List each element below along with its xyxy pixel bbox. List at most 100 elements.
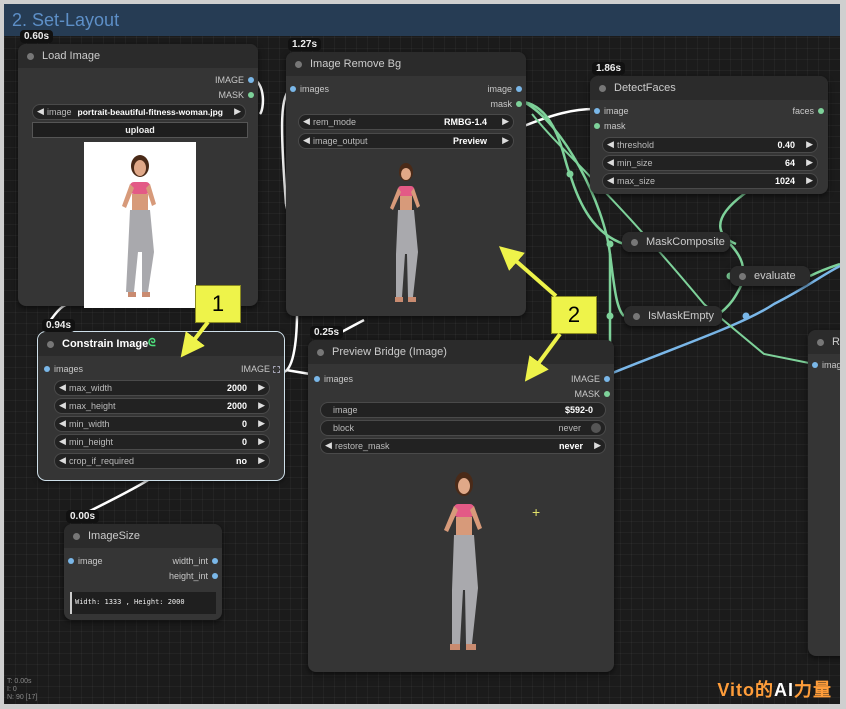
timing-badge: 1.27s xyxy=(288,38,322,51)
chevron-right-icon[interactable]: ▶ xyxy=(806,175,813,186)
input-images[interactable]: images xyxy=(44,364,83,374)
timing-badge: 0.00s xyxy=(66,510,100,523)
threshold-stepper[interactable]: ◀ threshold 0.40 ▶ xyxy=(602,137,818,153)
input-images[interactable]: images xyxy=(290,84,329,94)
node-title-bar[interactable]: Image Remove Bg xyxy=(286,52,526,76)
collapse-dot-icon[interactable] xyxy=(739,273,746,280)
chevron-left-icon[interactable]: ◀ xyxy=(59,436,66,447)
output-height-int[interactable]: height_int xyxy=(169,571,218,581)
block-toggle[interactable]: block never xyxy=(320,420,606,436)
min-size-stepper[interactable]: ◀ min_size 64 ▶ xyxy=(602,155,818,171)
output-image[interactable]: IMAGE xyxy=(241,364,280,374)
min-width-stepper[interactable]: ◀ min_width 0 ▶ xyxy=(54,416,270,432)
min-height-stepper[interactable]: ◀ min_height 0 ▶ xyxy=(54,434,270,450)
input-mask[interactable]: mask xyxy=(594,121,626,131)
chevron-right-icon[interactable]: ▶ xyxy=(258,436,265,447)
output-width-int[interactable]: width_int xyxy=(172,556,218,566)
output-image[interactable]: IMAGE xyxy=(215,75,254,85)
chevron-left-icon[interactable]: ◀ xyxy=(303,135,310,146)
node-constrain-image[interactable]: Constrain Image ᘓ images IMAGE ◀ max_widt… xyxy=(37,331,285,481)
collapse-dot-icon[interactable] xyxy=(317,349,324,356)
output-image[interactable]: image xyxy=(487,84,522,94)
node-image-remove-bg[interactable]: Image Remove Bg images image mask ◀ rem_… xyxy=(286,52,526,316)
collapse-dot-icon[interactable] xyxy=(27,53,34,60)
collapse-dot-icon[interactable] xyxy=(73,533,80,540)
collapse-dot-icon[interactable] xyxy=(633,313,640,320)
chevron-right-icon[interactable]: ▶ xyxy=(594,440,601,451)
chevron-left-icon[interactable]: ◀ xyxy=(607,157,614,168)
chevron-left-icon[interactable]: ◀ xyxy=(607,175,614,186)
node-image-size[interactable]: ImageSize image width_int height_int Wid… xyxy=(64,524,222,620)
output-image[interactable]: IMAGE xyxy=(571,374,610,384)
chevron-left-icon[interactable]: ◀ xyxy=(303,116,310,127)
output-mask[interactable]: MASK xyxy=(574,389,610,399)
max-height-stepper[interactable]: ◀ max_height 2000 ▶ xyxy=(54,398,270,414)
image-combo[interactable]: ◀ image portrait-beautiful-fitness-woman… xyxy=(32,104,246,120)
size-text-output[interactable]: Width: 1333 , Height: 2000 xyxy=(70,592,216,614)
max-size-stepper[interactable]: ◀ max_size 1024 ▶ xyxy=(602,173,818,189)
node-title-bar[interactable]: ImageSize xyxy=(64,524,222,548)
chevron-right-icon[interactable]: ▶ xyxy=(258,418,265,429)
callout-badge-2: 2 xyxy=(551,296,597,334)
node-title-bar[interactable]: MaskComposite xyxy=(622,232,730,252)
chevron-right-icon[interactable]: ▶ xyxy=(806,139,813,150)
status-readout: T: 0.00s I: 0 N: 90 [17] xyxy=(7,678,38,701)
output-mask[interactable]: MASK xyxy=(218,90,254,100)
chevron-right-icon[interactable]: ▶ xyxy=(258,400,265,411)
restore-mask-combo[interactable]: ◀ restore_mask never ▶ xyxy=(320,438,606,454)
chevron-left-icon[interactable]: ◀ xyxy=(59,418,66,429)
node-mask-composite[interactable]: MaskComposite xyxy=(622,232,730,252)
canvas[interactable]: 2. Set-Layout Load Image IMAGE MASK ◀ im… xyxy=(4,4,840,704)
preview-image[interactable] xyxy=(434,470,494,662)
input-image[interactable]: image xyxy=(594,106,629,116)
node-load-image[interactable]: Load Image IMAGE MASK ◀ image portrait-b… xyxy=(18,44,258,308)
reroute-dot xyxy=(742,312,750,320)
input-image[interactable]: imag xyxy=(812,360,840,370)
chevron-left-icon[interactable]: ◀ xyxy=(59,382,66,393)
node-title-bar[interactable]: IsMaskEmpty xyxy=(624,306,722,326)
max-width-stepper[interactable]: ◀ max_width 2000 ▶ xyxy=(54,380,270,396)
chevron-left-icon[interactable]: ◀ xyxy=(607,139,614,150)
node-right-partial[interactable]: Re imag xyxy=(808,330,840,656)
node-title-bar[interactable]: Preview Bridge (Image) xyxy=(308,340,614,364)
rem-mode-combo[interactable]: ◀ rem_mode RMBG-1.4 ▶ xyxy=(298,114,514,130)
collapse-dot-icon[interactable] xyxy=(295,61,302,68)
node-title-bar[interactable]: Constrain Image ᘓ xyxy=(38,332,284,356)
node-title-bar[interactable]: Load Image xyxy=(18,44,258,68)
output-faces[interactable]: faces xyxy=(792,106,824,116)
node-preview-bridge[interactable]: Preview Bridge (Image) images IMAGE MASK… xyxy=(308,340,614,672)
chevron-right-icon[interactable]: ▶ xyxy=(502,135,509,146)
chevron-left-icon[interactable]: ◀ xyxy=(325,440,332,451)
node-title-bar[interactable]: DetectFaces xyxy=(590,76,828,100)
input-images[interactable]: images xyxy=(314,374,353,384)
chevron-left-icon[interactable]: ◀ xyxy=(59,400,66,411)
toggle-knob-icon[interactable] xyxy=(591,423,601,433)
timing-badge: 0.94s xyxy=(42,319,76,332)
chevron-left-icon[interactable]: ◀ xyxy=(59,455,66,466)
node-title-bar[interactable]: evaluate xyxy=(730,266,810,286)
chevron-right-icon[interactable]: ▶ xyxy=(258,455,265,466)
output-mask[interactable]: mask xyxy=(490,99,522,109)
collapse-dot-icon[interactable] xyxy=(817,339,824,346)
timing-badge: 0.60s xyxy=(20,30,54,43)
node-title-bar[interactable]: Re xyxy=(808,330,840,354)
node-is-mask-empty[interactable]: IsMaskEmpty xyxy=(624,306,722,326)
wire-mask-to-iscomp xyxy=(608,253,625,317)
image-field[interactable]: image $592-0 xyxy=(320,402,606,418)
grid-icon xyxy=(273,366,280,373)
collapse-dot-icon[interactable] xyxy=(47,341,54,348)
upload-button[interactable]: upload xyxy=(32,122,248,138)
image-output-combo[interactable]: ◀ image_output Preview ▶ xyxy=(298,133,514,149)
collapse-dot-icon[interactable] xyxy=(599,85,606,92)
chevron-right-icon[interactable]: ▶ xyxy=(258,382,265,393)
collapse-dot-icon[interactable] xyxy=(631,239,638,246)
chevron-right-icon[interactable]: ▶ xyxy=(234,106,241,117)
input-image[interactable]: image xyxy=(68,556,103,566)
node-detect-faces[interactable]: DetectFaces image mask faces ◀ threshold… xyxy=(590,76,828,194)
chevron-right-icon[interactable]: ▶ xyxy=(806,157,813,168)
crop-if-required-combo[interactable]: ◀ crop_if_required no ▶ xyxy=(54,453,270,469)
chevron-left-icon[interactable]: ◀ xyxy=(37,106,44,117)
chevron-right-icon[interactable]: ▶ xyxy=(502,116,509,127)
crosshair-icon: + xyxy=(532,504,541,520)
node-evaluate[interactable]: evaluate xyxy=(730,266,810,286)
